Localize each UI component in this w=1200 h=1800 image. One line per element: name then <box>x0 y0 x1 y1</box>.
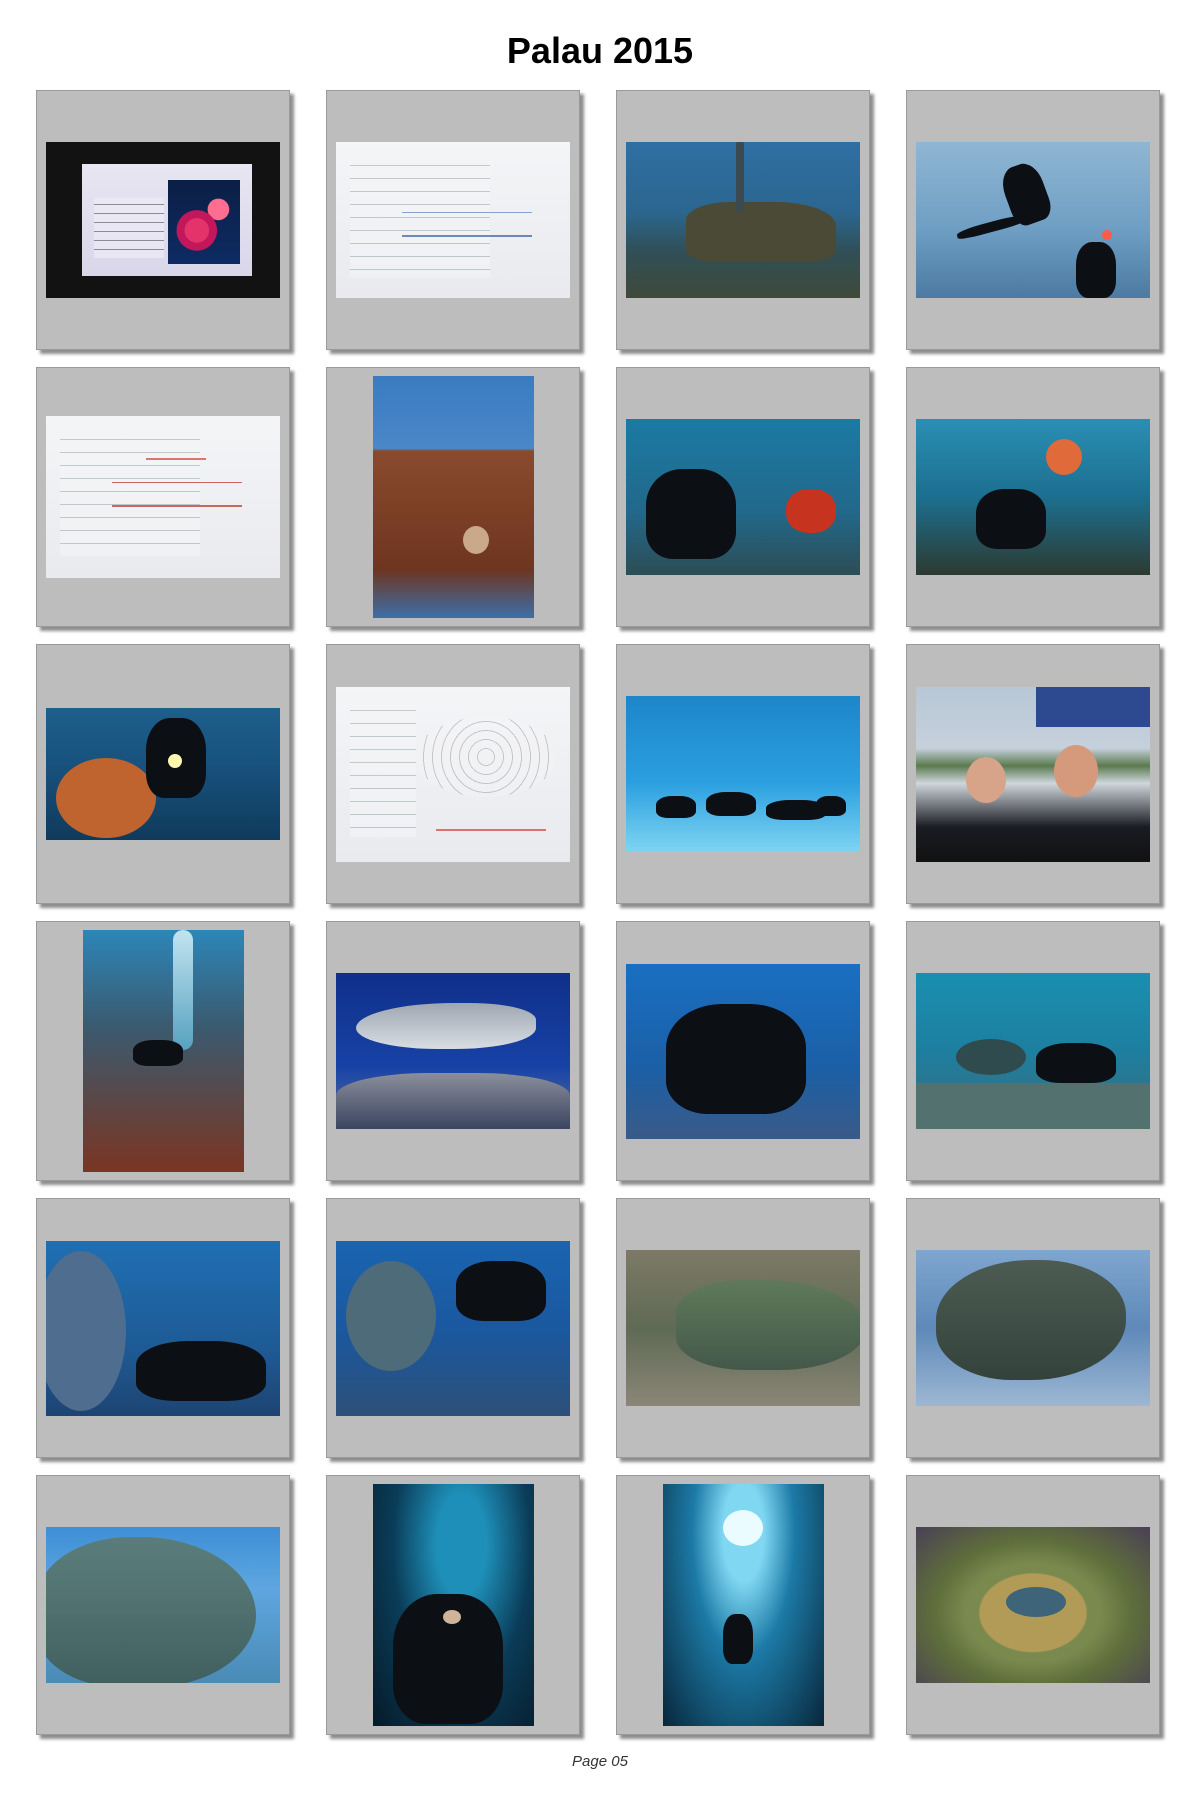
photo-diver-with-camera[interactable] <box>626 419 860 575</box>
photo-whiteboard[interactable] <box>46 416 280 578</box>
photo-napoleon-wrasse-closeup[interactable] <box>46 1527 280 1683</box>
photo-card[interactable] <box>36 1475 290 1735</box>
photo-card[interactable] <box>906 1475 1160 1735</box>
photo-card[interactable] <box>906 367 1160 627</box>
photo-card[interactable] <box>326 1198 580 1458</box>
photo-grid <box>36 90 1166 1735</box>
page-footer: Page 05 <box>572 1753 628 1770</box>
photo-coral-tower[interactable] <box>372 376 534 618</box>
photo-napoleon-wrasse[interactable] <box>46 1240 280 1416</box>
photo-diver-on-reef-wall[interactable] <box>82 930 244 1172</box>
photo-couple-on-boat[interactable] <box>916 686 1150 862</box>
photo-diver-waving[interactable] <box>626 963 860 1139</box>
photo-diver-silhouette[interactable] <box>916 142 1150 298</box>
photo-card[interactable] <box>616 644 870 904</box>
photo-card[interactable] <box>326 90 580 350</box>
photo-blue-hole-diver[interactable] <box>662 1484 824 1726</box>
photo-card[interactable] <box>906 921 1160 1181</box>
photo-card[interactable] <box>616 367 870 627</box>
photo-napoleon-wrasse[interactable] <box>336 1240 570 1416</box>
photo-card[interactable] <box>36 367 290 627</box>
photo-crew-slide[interactable] <box>46 142 280 298</box>
photo-card[interactable] <box>616 90 870 350</box>
photo-card[interactable] <box>906 90 1160 350</box>
photo-card[interactable] <box>36 644 290 904</box>
photo-diver-in-cave[interactable] <box>372 1484 534 1726</box>
photo-whitetip-shark[interactable] <box>336 973 570 1129</box>
photo-diver-with-wrasse[interactable] <box>916 973 1150 1129</box>
photo-group-of-divers[interactable] <box>626 696 860 852</box>
photo-whiteboard[interactable] <box>336 142 570 298</box>
photo-card[interactable] <box>616 1475 870 1735</box>
photo-fish-on-coral-plate[interactable] <box>916 1527 1150 1683</box>
photo-napoleon-wrasse[interactable] <box>626 1250 860 1406</box>
photo-card[interactable] <box>906 1198 1160 1458</box>
page-title: Palau 2015 <box>506 30 694 71</box>
photo-card[interactable] <box>326 644 580 904</box>
photo-card[interactable] <box>326 367 580 627</box>
photo-napoleon-wrasse[interactable] <box>916 1250 1150 1406</box>
photo-card[interactable] <box>36 90 290 350</box>
photo-diver-and-sponge[interactable] <box>916 419 1150 575</box>
photo-card[interactable] <box>326 1475 580 1735</box>
photo-card[interactable] <box>36 921 290 1181</box>
photo-whiteboard-german-channel[interactable] <box>336 686 570 862</box>
photo-card[interactable] <box>36 1198 290 1458</box>
photo-card[interactable] <box>616 921 870 1181</box>
photo-card[interactable] <box>616 1198 870 1458</box>
photo-diver-with-torch[interactable] <box>46 708 280 840</box>
photo-card[interactable] <box>326 921 580 1181</box>
photo-card[interactable] <box>906 644 1160 904</box>
photo-wreck-reef[interactable] <box>626 142 860 298</box>
